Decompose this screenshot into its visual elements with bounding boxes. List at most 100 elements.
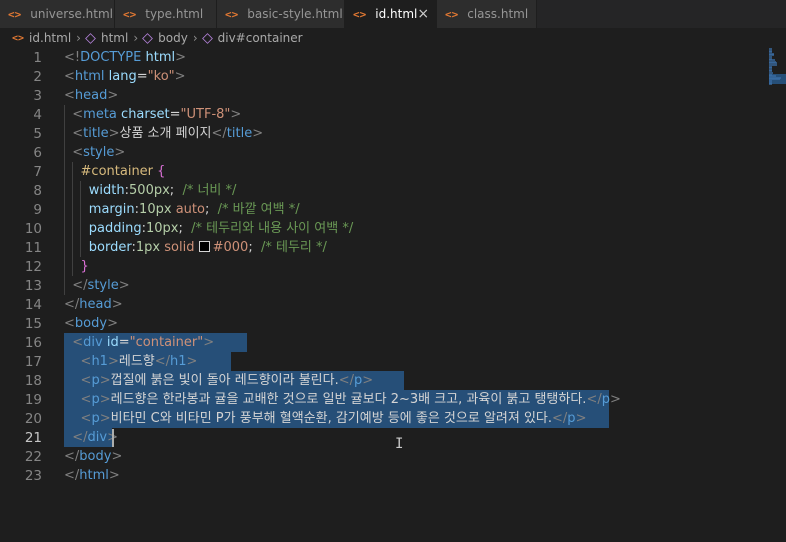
code-text: <p>껍질에 붉은 빛이 돌아 레드향이라 불린다.</p> [80, 373, 374, 388]
tab-label: basic-style.html [247, 7, 343, 21]
code-line[interactable]: 17 <h1>레드향</h1> [0, 352, 786, 371]
code-text: <p>레드향은 한라봉과 귤을 교배한 것으로 일반 귤보다 2~3배 크고, … [80, 392, 621, 407]
code-text: <html lang="ko"> [64, 69, 186, 84]
code-line[interactable]: 8 width:500px; /* 너비 */ [0, 181, 786, 200]
code-line[interactable]: 20 <p>비타민 C와 비타민 P가 풍부해 혈액순환, 감기예방 등에 좋은… [0, 409, 786, 428]
html-file-icon: <> [353, 7, 367, 21]
tab-bar: <> universe.html <> type.html <> basic-style.… [0, 0, 786, 28]
code-text: </style> [72, 278, 130, 293]
breadcrumb-label: html [100, 31, 129, 45]
code-line[interactable]: 7 #container { [0, 162, 786, 181]
color-swatch-icon[interactable] [198, 241, 210, 252]
code-text: </body> [64, 449, 123, 464]
code-line[interactable]: 5 <title>상품 소개 페이지</title> [0, 124, 786, 143]
code-text: <head> [64, 88, 119, 103]
minimap-line [769, 83, 772, 86]
code-line[interactable]: 1 <!DOCTYPE html> [0, 48, 786, 67]
code-text: padding:10px; /* 테두리와 내용 사이 여백 */ [88, 221, 354, 236]
breadcrumb-item-2[interactable]: body [142, 31, 188, 45]
code-text: } [80, 259, 89, 274]
tab-type-html[interactable]: <> type.html [115, 0, 217, 28]
line-number: 20 [24, 410, 42, 427]
html-file-icon: <> [12, 32, 25, 44]
code-line[interactable]: 18 <p>껍질에 붉은 빛이 돌아 레드향이라 불린다.</p> [0, 371, 786, 390]
code-text: margin:10px auto; /* 바깥 여백 */ [88, 202, 300, 217]
chevron-right-icon: › [76, 31, 81, 45]
line-number: 5 [33, 125, 42, 142]
code-text: <!DOCTYPE html> [64, 50, 187, 65]
element-cube-icon [201, 32, 213, 44]
tab-class-html[interactable]: <> class.html [437, 0, 537, 28]
line-number: 13 [24, 277, 42, 294]
line-number: 6 [33, 144, 42, 161]
html-file-icon: <> [8, 7, 22, 21]
tab-label: universe.html [30, 7, 113, 21]
line-number: 1 [33, 49, 42, 66]
text-cursor [112, 429, 114, 447]
code-line[interactable]: 6 <style> [0, 143, 786, 162]
html-file-icon: <> [123, 7, 137, 21]
line-number: 10 [24, 220, 42, 237]
tab-id-html[interactable]: <> id.html × [345, 0, 437, 28]
tab-basic-style-html[interactable]: <> basic-style.html [217, 0, 345, 28]
code-text: <meta charset="UTF-8"> [72, 107, 242, 122]
html-file-icon: <> [445, 7, 459, 21]
breadcrumb-label: div#container [217, 31, 303, 45]
code-line[interactable]: 3 <head> [0, 86, 786, 105]
code-line[interactable]: 2 <html lang="ko"> [0, 67, 786, 86]
code-line[interactable]: 16 <div id="container"> [0, 333, 786, 352]
code-line[interactable]: 23 </html> [0, 466, 786, 485]
code-text: </html> [64, 468, 120, 483]
code-line[interactable]: 10 padding:10px; /* 테두리와 내용 사이 여백 */ [0, 219, 786, 238]
code-text: <style> [72, 145, 126, 160]
line-number: 19 [24, 391, 42, 408]
code-line[interactable]: 4 <meta charset="UTF-8"> [0, 105, 786, 124]
element-cube-icon [142, 32, 154, 44]
code-line[interactable]: 19 <p>레드향은 한라봉과 귤을 교배한 것으로 일반 귤보다 2~3배 크… [0, 390, 786, 409]
line-number: 17 [24, 353, 42, 370]
code-text: </div> [72, 430, 118, 445]
code-line[interactable]: 15 <body> [0, 314, 786, 333]
code-line[interactable]: 21 </div> [0, 428, 786, 447]
code-line[interactable]: 12 } [0, 257, 786, 276]
code-line[interactable]: 11 border:1px solid #000; /* 테두리 */ [0, 238, 786, 257]
tab-label: id.html [375, 7, 418, 21]
html-file-icon: <> [225, 7, 239, 21]
line-number: 21 [24, 429, 42, 446]
code-text: border:1px solid #000; /* 테두리 */ [88, 240, 327, 255]
element-cube-icon [85, 32, 96, 44]
code-text: <h1>레드향</h1> [80, 354, 198, 369]
line-number: 11 [24, 239, 42, 256]
line-number: 15 [24, 315, 42, 332]
breadcrumb-label: id.html [29, 31, 72, 45]
line-number: 23 [24, 467, 42, 484]
breadcrumb-item-0[interactable]: <> id.html [12, 31, 71, 45]
line-number: 4 [33, 106, 42, 123]
line-number: 22 [24, 448, 42, 465]
line-number: 2 [33, 68, 42, 85]
code-text: <body> [64, 316, 118, 331]
code-line[interactable]: 9 margin:10px auto; /* 바깥 여백 */ [0, 200, 786, 219]
i-beam-cursor-icon: I [395, 436, 404, 452]
breadcrumb-item-1[interactable]: html [85, 31, 129, 45]
code-line[interactable]: 22 </body> [0, 447, 786, 466]
code-line[interactable]: 14 </head> [0, 295, 786, 314]
line-number: 7 [33, 163, 42, 180]
code-text: </head> [64, 297, 123, 312]
breadcrumb: <> id.html › html › body › div#container [0, 28, 786, 48]
line-number: 16 [24, 334, 42, 351]
minimap[interactable] [769, 48, 786, 86]
code-text: <p>비타민 C와 비타민 P가 풍부해 혈액순환, 감기예방 등에 좋은 것으… [80, 411, 587, 426]
line-number: 12 [24, 258, 42, 275]
tab-label: class.html [467, 7, 529, 21]
tab-universe-html[interactable]: <> universe.html [0, 0, 115, 28]
breadcrumb-item-3[interactable]: div#container [201, 31, 303, 45]
close-icon[interactable]: × [417, 6, 429, 22]
line-number: 14 [24, 296, 42, 313]
code-line[interactable]: 13 </style> [0, 276, 786, 295]
code-text: #container { [80, 164, 166, 179]
line-number: 8 [33, 182, 42, 199]
chevron-right-icon: › [133, 31, 139, 45]
line-number: 3 [33, 87, 42, 104]
code-editor[interactable]: 1 <!DOCTYPE html> 2 <html lang="ko"> 3 <head>… [0, 48, 786, 542]
